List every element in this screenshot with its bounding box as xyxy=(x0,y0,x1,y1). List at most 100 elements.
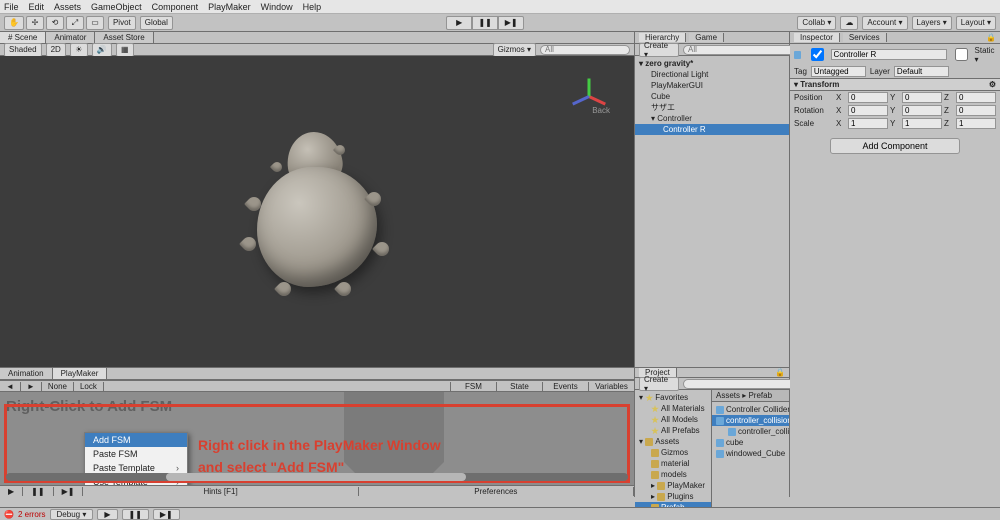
rotation-z-field[interactable] xyxy=(956,105,996,116)
rect-tool[interactable]: ▭ xyxy=(86,16,104,30)
gameobject-name-field[interactable] xyxy=(831,49,947,60)
project-lock-icon[interactable]: 🔒 xyxy=(775,368,785,377)
menu-edit[interactable]: Edit xyxy=(29,2,45,12)
tab-inspector[interactable]: Inspector xyxy=(794,33,840,42)
project-fav-item[interactable]: All Models xyxy=(635,414,711,425)
hierarchy-item[interactable]: Directional Light xyxy=(635,69,789,80)
shaded-dropdown[interactable]: Shaded xyxy=(4,43,42,57)
project-create-dropdown[interactable]: Create ▾ xyxy=(639,377,679,391)
project-asset-item[interactable]: cube xyxy=(712,437,789,448)
status-pause-button[interactable]: ❚❚ xyxy=(122,509,149,520)
account-dropdown[interactable]: Account ▾ xyxy=(862,16,907,30)
scene-audio-icon[interactable]: 🔊 xyxy=(92,43,112,57)
project-folder[interactable]: ▸ Plugins xyxy=(635,491,711,502)
component-gear-icon[interactable]: ⚙ xyxy=(989,80,996,89)
scale-tool[interactable]: ⤢ xyxy=(66,16,84,30)
project-fav-item[interactable]: All Materials xyxy=(635,403,711,414)
rotation-x-field[interactable] xyxy=(848,105,888,116)
rotation-y-field[interactable] xyxy=(902,105,942,116)
pm-fsm-selector[interactable]: None xyxy=(42,382,74,391)
static-dropdown[interactable]: Static ▾ xyxy=(975,46,996,64)
layer-dropdown[interactable] xyxy=(894,66,949,77)
hierarchy-item-controller[interactable]: ▾ Controller xyxy=(635,113,789,124)
status-step-button[interactable]: ▶❚ xyxy=(153,509,180,520)
scene-effects-icon[interactable]: ▦ xyxy=(116,43,134,57)
pivot-toggle[interactable]: Pivot xyxy=(108,16,136,30)
project-search-input[interactable] xyxy=(683,379,803,389)
playmaker-h-scrollbar[interactable] xyxy=(6,473,628,481)
debug-dropdown[interactable]: Debug ▾ xyxy=(50,509,94,520)
playmaker-canvas[interactable]: Right-Click to Add FSM Add FSM Paste FSM… xyxy=(0,392,634,485)
tab-services[interactable]: Services xyxy=(843,33,887,42)
error-icon[interactable]: ⛔ xyxy=(4,510,14,519)
context-paste-fsm[interactable]: Paste FSM xyxy=(85,447,187,461)
project-asset-item[interactable]: Controller Collider xyxy=(712,404,789,415)
menu-playmaker[interactable]: PlayMaker xyxy=(208,2,251,12)
project-folder[interactable]: material xyxy=(635,458,711,469)
position-x-field[interactable] xyxy=(848,92,888,103)
pm-tab-events[interactable]: Events xyxy=(542,382,588,391)
add-component-button[interactable]: Add Component xyxy=(830,138,960,154)
error-count[interactable]: 2 errors xyxy=(18,510,46,519)
layout-dropdown[interactable]: Layout ▾ xyxy=(956,16,996,30)
scale-z-field[interactable] xyxy=(956,118,996,129)
pm-debug-step[interactable]: ▶❚ xyxy=(54,487,84,496)
tab-animator[interactable]: Animator xyxy=(46,32,95,43)
scale-x-field[interactable] xyxy=(848,118,888,129)
pm-tab-fsm[interactable]: FSM xyxy=(450,382,496,391)
tab-playmaker[interactable]: PlayMaker xyxy=(53,368,108,379)
tab-asset-store[interactable]: Asset Store xyxy=(95,32,153,43)
pm-lock-toggle[interactable]: Lock xyxy=(74,382,104,391)
rotate-tool[interactable]: ⟲ xyxy=(46,16,64,30)
pm-debug-play[interactable]: ▶ xyxy=(0,487,23,496)
status-play-button[interactable]: ▶ xyxy=(97,509,117,520)
toggle-2d[interactable]: 2D xyxy=(46,43,66,57)
hierarchy-scene-root[interactable]: ▾ zero gravity* xyxy=(635,58,789,69)
project-breadcrumb[interactable]: Assets ▸ Prefab xyxy=(712,390,789,402)
pm-prefs-button[interactable]: Preferences xyxy=(359,487,634,496)
transform-component-header[interactable]: ▾ Transform ⚙ xyxy=(790,78,1000,91)
menu-gameobject[interactable]: GameObject xyxy=(91,2,142,12)
menu-file[interactable]: File xyxy=(4,2,19,12)
inspector-lock-icon[interactable]: 🔒 xyxy=(986,33,996,42)
hierarchy-item-selected[interactable]: Controller R xyxy=(635,124,789,135)
hierarchy-item[interactable]: PlayMakerGUI xyxy=(635,80,789,91)
position-y-field[interactable] xyxy=(902,92,942,103)
pm-debug-pause[interactable]: ❚❚ xyxy=(23,487,53,496)
scene-search-input[interactable] xyxy=(540,45,630,55)
project-folder[interactable]: models xyxy=(635,469,711,480)
pm-hints-button[interactable]: Hints [F1] xyxy=(83,487,358,496)
hierarchy-search-input[interactable] xyxy=(683,45,803,55)
pm-tab-variables[interactable]: Variables xyxy=(588,382,634,391)
project-content-list[interactable]: Assets ▸ Prefab Controller Collider cont… xyxy=(712,390,789,515)
pm-nav-forward[interactable]: ► xyxy=(21,382,42,391)
tag-dropdown[interactable] xyxy=(811,66,866,77)
pm-tab-state[interactable]: State xyxy=(496,382,542,391)
pm-nav-back[interactable]: ◄ xyxy=(0,382,21,391)
project-asset-item[interactable]: windowed_Cube xyxy=(712,448,789,459)
project-folder[interactable]: Gizmos xyxy=(635,447,711,458)
hierarchy-item[interactable]: サザエ xyxy=(635,102,789,113)
layers-dropdown[interactable]: Layers ▾ xyxy=(912,16,952,30)
global-toggle[interactable]: Global xyxy=(140,16,173,30)
scrollbar-thumb[interactable] xyxy=(166,473,466,481)
project-folder[interactable]: ▸ PlayMaker xyxy=(635,480,711,491)
hierarchy-create-dropdown[interactable]: Create ▾ xyxy=(639,43,679,57)
step-button[interactable]: ▶❚ xyxy=(498,16,524,30)
project-fav-item[interactable]: All Prefabs xyxy=(635,425,711,436)
collab-dropdown[interactable]: Collab ▾ xyxy=(797,16,836,30)
tab-game[interactable]: Game xyxy=(689,33,724,42)
cloud-icon[interactable]: ☁ xyxy=(840,16,858,30)
project-favorites[interactable]: ▾ Favorites xyxy=(635,392,711,403)
menu-help[interactable]: Help xyxy=(303,2,322,12)
project-folder-tree[interactable]: ▾ Favorites All Materials All Models All… xyxy=(635,390,712,515)
hand-tool[interactable]: ✋ xyxy=(4,16,24,30)
scene-light-icon[interactable]: ☀ xyxy=(70,43,88,57)
menu-assets[interactable]: Assets xyxy=(54,2,81,12)
scale-y-field[interactable] xyxy=(902,118,942,129)
scene-viewport[interactable]: Back xyxy=(0,56,634,367)
menu-window[interactable]: Window xyxy=(261,2,293,12)
play-button[interactable]: ▶ xyxy=(446,16,472,30)
gameobject-active-checkbox[interactable] xyxy=(811,48,824,61)
context-add-fsm[interactable]: Add FSM xyxy=(85,433,187,447)
